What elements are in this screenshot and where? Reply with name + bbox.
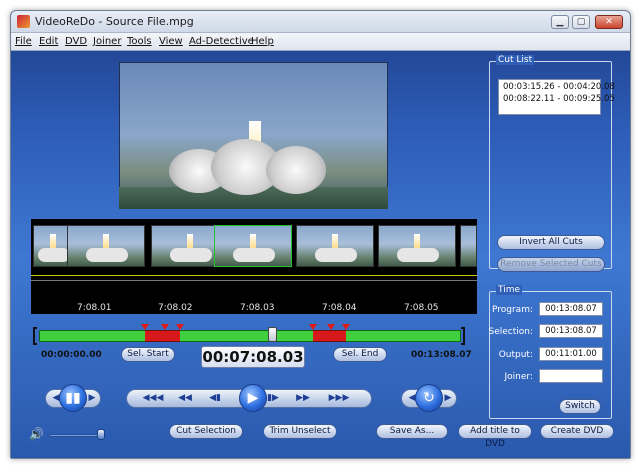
frame-time: 7:08.03 <box>240 303 275 313</box>
save-as-button[interactable]: Save As... <box>376 424 448 439</box>
minimize-button[interactable]: ▁ <box>551 15 569 29</box>
cut-list[interactable]: 00:03:15.26 - 00:04:20.08 00:08:22.11 - … <box>498 79 615 115</box>
output-field: 00:11:01.00 <box>539 347 603 361</box>
cut-list-item[interactable]: 00:08:22.11 - 00:09:25.05 <box>503 94 615 104</box>
cut-region[interactable] <box>145 330 180 342</box>
cut-marker[interactable] <box>161 324 169 330</box>
rewind-icon[interactable]: ◀◀ <box>173 392 197 405</box>
frame-thumbnail[interactable] <box>67 225 145 267</box>
step-back-icon[interactable]: ◀▮ <box>205 392 225 405</box>
menu-dvd[interactable]: DVD <box>65 36 87 47</box>
cut-list-title: Cut List <box>496 55 535 65</box>
frame-thumbnail[interactable] <box>378 225 456 267</box>
cut-marker[interactable] <box>309 324 317 330</box>
frame-thumbnail-selected[interactable] <box>214 225 292 267</box>
frame-time: 7:08.02 <box>158 303 193 313</box>
selection-field: 00:13:08.07 <box>539 324 603 338</box>
next-icon[interactable]: ▶ <box>442 392 454 405</box>
app-window: VideoReDo - Source File.mpg ▁ ▢ ✕ File E… <box>10 10 631 459</box>
frame-time: 7:08.04 <box>322 303 357 313</box>
audio-waveform <box>31 280 477 281</box>
selection-label: Selection: <box>488 327 533 337</box>
cut-list-item[interactable]: 00:03:15.26 - 00:04:20.08 <box>503 82 615 92</box>
menu-help[interactable]: Help <box>251 36 274 47</box>
timeline-track[interactable] <box>39 330 461 342</box>
cut-marker[interactable] <box>141 324 149 330</box>
trim-unselect-button[interactable]: Trim Unselect <box>263 424 337 439</box>
menu-edit[interactable]: Edit <box>39 36 58 47</box>
timeline-start-bracket <box>33 327 37 345</box>
invert-all-cuts-button[interactable]: Invert All Cuts <box>497 235 605 250</box>
menu-joiner[interactable]: Joiner <box>93 36 121 47</box>
menu-tools[interactable]: Tools <box>127 36 152 47</box>
close-button[interactable]: ✕ <box>595 15 623 29</box>
menu-view[interactable]: View <box>159 36 183 47</box>
program-label: Program: <box>491 305 533 315</box>
cut-marker[interactable] <box>327 324 335 330</box>
frame-time: 7:08.01 <box>77 303 112 313</box>
next-icon[interactable]: ▶ <box>86 392 98 405</box>
menu-ad-detective[interactable]: Ad-Detective <box>189 36 254 47</box>
audio-waveform <box>31 275 477 276</box>
playhead-thumb[interactable] <box>268 327 277 342</box>
timeline-slider[interactable] <box>33 324 467 346</box>
create-dvd-button[interactable]: Create DVD <box>540 424 614 439</box>
smoke-cloud <box>266 146 326 194</box>
switch-button[interactable]: Switch <box>559 399 601 414</box>
filmstrip[interactable]: 7:08.01 7:08.02 7:08.03 7:08.04 7:08.05 <box>31 219 477 314</box>
rewind-fast-icon[interactable]: ◀◀◀ <box>139 392 167 405</box>
title-bar: VideoReDo - Source File.mpg ▁ ▢ ✕ <box>11 11 630 33</box>
start-timecode: 00:00:00.00 <box>41 350 102 360</box>
output-label: Output: <box>498 350 533 360</box>
pause-button[interactable]: ▮▮ <box>59 384 87 412</box>
cut-marker[interactable] <box>342 324 350 330</box>
refresh-button[interactable]: ↻ <box>415 384 443 412</box>
forward-fast-icon[interactable]: ▶▶▶ <box>325 392 353 405</box>
volume-slider[interactable] <box>49 434 103 437</box>
current-timecode: 00:07:08.03 <box>201 346 305 368</box>
frame-time: 7:08.05 <box>404 303 439 313</box>
cut-selection-button[interactable]: Cut Selection <box>169 424 243 439</box>
videoredo-icon <box>17 15 30 28</box>
cut-marker[interactable] <box>176 324 184 330</box>
joiner-field <box>539 369 603 383</box>
menu-file[interactable]: File <box>15 36 32 47</box>
sel-end-button[interactable]: Sel. End <box>333 347 387 362</box>
timeline-end-bracket <box>461 327 465 345</box>
add-title-to-dvd-button[interactable]: Add title to DVD <box>458 424 532 449</box>
joiner-label: Joiner: <box>504 372 533 382</box>
frame-thumbnail[interactable] <box>296 225 374 267</box>
frame-thumbnail[interactable] <box>460 225 477 267</box>
program-field: 00:13:08.07 <box>539 302 603 316</box>
speaker-icon[interactable]: 🔊 <box>29 427 44 441</box>
menu-bar: File Edit DVD Joiner Tools View Ad-Detec… <box>11 33 630 51</box>
volume-knob[interactable] <box>97 429 105 440</box>
maximize-button[interactable]: ▢ <box>572 15 590 29</box>
forward-icon[interactable]: ▶▶ <box>291 392 315 405</box>
end-timecode: 00:13:08.07 <box>411 350 472 360</box>
remove-selected-cuts-button[interactable]: Remove Selected Cuts <box>497 257 605 272</box>
play-button[interactable]: ▶ <box>239 384 267 412</box>
sel-start-button[interactable]: Sel. Start <box>121 347 175 362</box>
window-title: VideoReDo - Source File.mpg <box>35 15 194 28</box>
cut-region[interactable] <box>313 330 346 342</box>
time-panel-title: Time <box>496 285 523 295</box>
